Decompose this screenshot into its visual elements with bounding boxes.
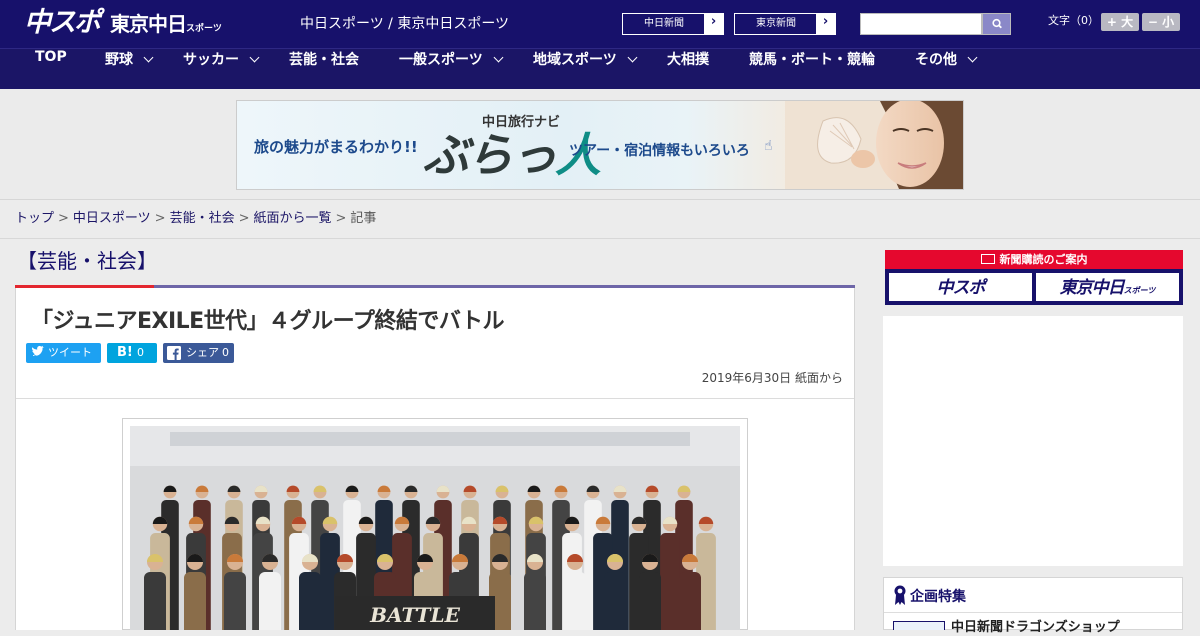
nav-item-label: 芸能・社会 <box>289 52 359 68</box>
tweet-label: ツイート <box>48 346 92 359</box>
hatena-bookmark-button[interactable]: B! 0 <box>107 343 157 363</box>
nav-item-others[interactable]: その他 <box>915 49 978 89</box>
breadcrumb: トップ > 中日スポーツ > 芸能・社会 > 紙面から一覧 > 記事 <box>15 211 376 227</box>
sidebar-ad-slot <box>883 316 1183 566</box>
article-date: 2019年6月30日 紙面から <box>701 371 843 385</box>
banner-catchphrase: 旅の魅力がまるわかり!! <box>254 138 418 156</box>
search-button[interactable] <box>982 13 1011 35</box>
chunichi-shimbun-label: 中日新聞 <box>644 18 684 29</box>
tokyo-chunichi-subscribe-small: スポーツ <box>1123 286 1156 295</box>
nav-item-top[interactable]: TOP <box>35 49 67 89</box>
breadcrumb-separator: > <box>58 211 69 226</box>
search-icon <box>992 18 1002 29</box>
hatena-icon: B! <box>117 345 133 360</box>
newspaper-icon <box>980 254 995 264</box>
breadcrumb-separator: > <box>238 211 250 226</box>
hatena-count: 0 <box>137 346 144 359</box>
nav-item-entertainment[interactable]: 芸能・社会 <box>289 49 359 89</box>
nav-item-label: サッカー <box>183 52 239 68</box>
main-nav: TOP 野球 サッカー 芸能・社会 一般スポーツ 地域スポーツ 大相撲 競馬・ボ… <box>0 48 1200 89</box>
chevron-down-icon <box>249 52 260 63</box>
tokyo-shimbun-link[interactable]: 東京新聞 › <box>734 13 836 35</box>
nav-item-label: 大相撲 <box>667 52 709 68</box>
chevron-right-icon: › <box>704 14 723 34</box>
chuspo-logo[interactable]: 中スポ <box>24 6 101 40</box>
nav-item-label: TOP <box>35 49 67 65</box>
chevron-down-icon <box>967 52 978 63</box>
article-divider <box>16 398 854 399</box>
tokyo-chunichi-subscribe-main: 東京中日 <box>1059 278 1125 298</box>
banner-title-main: ぶらっ <box>423 128 557 182</box>
travel-banner-ad[interactable]: 旅の魅力がまるわかり!! 中日旅行ナビ ぶらっ人 ツアー・宿泊情報もいろいろ ☝ <box>236 100 964 190</box>
chunichi-shimbun-link[interactable]: 中日新聞 › <box>622 13 724 35</box>
breadcrumb-link-chunichi-sports[interactable]: 中日スポーツ <box>73 211 151 226</box>
chevron-down-icon <box>143 52 154 63</box>
tokyo-chunichi-logo[interactable]: 東京中日スポーツ <box>110 11 222 42</box>
tokyo-chunichi-subscribe-link[interactable]: 東京中日スポーツ <box>1036 273 1179 301</box>
nav-item-soccer[interactable]: サッカー <box>183 49 260 89</box>
feature-title: 企画特集 <box>910 589 966 605</box>
nav-item-label: 地域スポーツ <box>533 52 617 68</box>
chevron-down-icon <box>493 52 504 63</box>
nav-item-label: 一般スポーツ <box>399 52 483 68</box>
breadcrumb-separator: > <box>154 211 166 226</box>
nav-item-regional-sports[interactable]: 地域スポーツ <box>533 49 638 89</box>
chevron-down-icon <box>627 52 638 63</box>
dragons-shop-thumbnail[interactable] <box>893 621 945 630</box>
banner-woman-photo <box>785 101 963 189</box>
feature-item-dragons-shop[interactable]: 中日新聞ドラゴンズショップ <box>951 620 1120 636</box>
top-header: 中スポ 東京中日スポーツ 中日スポーツ / 東京中日スポーツ 中日新聞 › 東京… <box>0 0 1200 48</box>
tokyo-chunichi-logo-small: スポーツ <box>186 24 222 34</box>
tweet-button[interactable]: ツイート <box>26 343 101 363</box>
search-input[interactable] <box>860 13 982 35</box>
twitter-bird-icon <box>32 345 45 357</box>
text-size-label: 文字（0） <box>1048 14 1099 27</box>
nav-item-label: その他 <box>915 52 957 68</box>
breadcrumb-link-top[interactable]: トップ <box>15 211 54 226</box>
breadcrumb-link-entertainment[interactable]: 芸能・社会 <box>170 211 235 226</box>
nav-item-label: 野球 <box>105 52 133 68</box>
nav-item-general-sports[interactable]: 一般スポーツ <box>399 49 504 89</box>
nav-item-baseball[interactable]: 野球 <box>105 49 154 89</box>
nav-item-label: 競馬・ボート・競輪 <box>749 52 875 68</box>
tokyo-shimbun-label: 東京新聞 <box>756 18 796 29</box>
nav-item-sumo[interactable]: 大相撲 <box>667 49 709 89</box>
facebook-icon <box>167 346 181 360</box>
text-size-up-button[interactable]: + 大 <box>1101 13 1139 31</box>
facebook-share-label: シェア <box>186 346 219 359</box>
battle-sign-text: BATTLE <box>369 603 460 627</box>
category-heading: 【芸能・社会】 <box>17 249 157 273</box>
subscription-heading-text: 新聞購読のご案内 <box>999 253 1088 266</box>
subscription-heading: 新聞購読のご案内 <box>885 250 1183 269</box>
breadcrumb-current: 記事 <box>350 211 377 226</box>
facebook-share-button[interactable]: シェア 0 <box>163 343 234 363</box>
facebook-share-count: 0 <box>222 346 229 359</box>
chuspo-subscribe-link[interactable]: 中スポ <box>889 273 1032 301</box>
text-size-down-button[interactable]: − 小 <box>1142 13 1180 31</box>
group-photo[interactable]: BATTLE <box>130 426 740 630</box>
pointing-hand-icon: ☝ <box>764 138 773 154</box>
feature-divider <box>884 612 1182 613</box>
chevron-right-icon: › <box>816 14 835 34</box>
article-headline: 「ジュニアEXILE世代」４グループ終結でバトル <box>31 309 505 334</box>
nav-item-racing[interactable]: 競馬・ボート・競輪 <box>749 49 875 89</box>
breadcrumb-link-print-list[interactable]: 紙面から一覧 <box>254 211 332 226</box>
site-names: 中日スポーツ / 東京中日スポーツ <box>300 16 510 32</box>
banner-subtext: ツアー・宿泊情報もいろいろ <box>569 143 750 159</box>
breadcrumb-separator: > <box>335 211 347 226</box>
ribbon-icon <box>894 585 906 605</box>
tokyo-chunichi-logo-main: 東京中日 <box>110 12 187 36</box>
